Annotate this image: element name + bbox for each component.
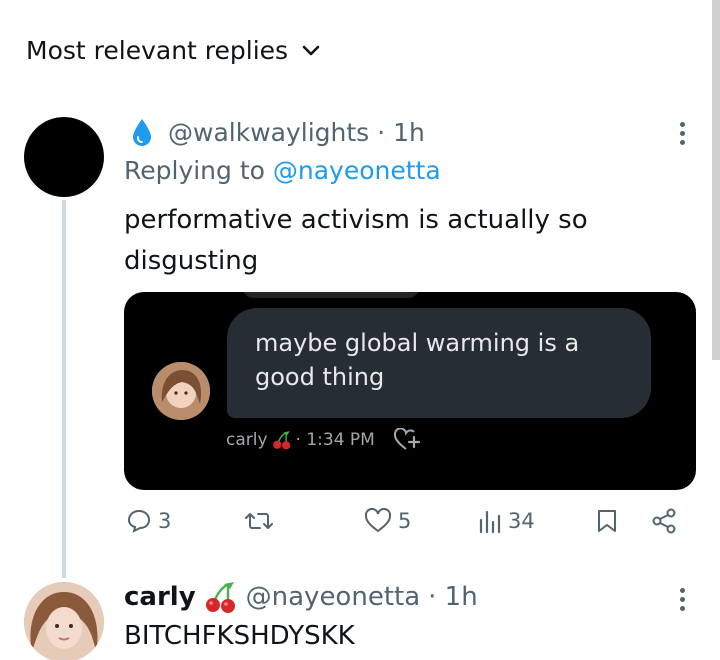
replying-prefix: Replying to <box>124 156 273 185</box>
chevron-down-icon <box>300 39 322 61</box>
reply-text: BITCHFKSHDYSKK <box>124 621 355 651</box>
thread-connector-line <box>62 200 66 578</box>
bookmark-button[interactable] <box>596 508 618 534</box>
view-count: 34 <box>508 509 535 533</box>
reply-text: performative activism is actually so dis… <box>124 205 588 276</box>
message-bubble: maybe global warming is a good thing <box>227 308 651 418</box>
post-time[interactable]: · 1h <box>377 118 425 147</box>
author-name[interactable]: carly <box>124 582 196 612</box>
sent-time: · 1:34 PM <box>295 430 375 450</box>
add-reaction-icon <box>393 428 421 452</box>
sort-label: Most relevant replies <box>26 35 289 65</box>
bookmark-icon <box>598 510 616 532</box>
more-options-icon[interactable] <box>678 588 686 611</box>
sender-avatar <box>152 362 210 420</box>
attached-screenshot[interactable]: maybe global warming is a good thing car… <box>124 292 696 490</box>
comment-icon <box>127 509 151 533</box>
author-handle[interactable]: @nayeonetta <box>246 582 421 612</box>
repost-icon <box>245 513 273 529</box>
post-time[interactable]: · 1h <box>428 582 478 612</box>
reply-header: carly @nayeonetta · 1h <box>124 578 478 616</box>
reply-header: @walkwaylights · 1h <box>124 114 425 150</box>
like-count: 5 <box>398 509 412 533</box>
sort-dropdown[interactable]: Most relevant replies <box>26 30 322 70</box>
heart-icon <box>364 508 392 533</box>
cropped-bubble <box>242 292 420 298</box>
cherry-icon <box>204 580 238 614</box>
message-meta: carly · 1:34 PM <box>226 428 421 452</box>
avatar[interactable] <box>24 117 104 197</box>
reply-count: 3 <box>158 509 172 533</box>
message-text: maybe global warming is a good thing <box>255 329 580 391</box>
replying-to: Replying to @nayeonetta <box>124 156 441 185</box>
like-button[interactable]: 5 <box>364 508 411 534</box>
page-scrollbar[interactable] <box>712 0 720 360</box>
reply-button[interactable]: 3 <box>126 508 171 534</box>
views-icon <box>479 510 501 534</box>
sender-name: carly <box>226 430 268 450</box>
droplet-icon <box>130 117 154 147</box>
replying-handle-link[interactable]: @nayeonetta <box>273 156 441 185</box>
action-bar: 3 5 34 <box>124 508 696 544</box>
more-options-icon[interactable] <box>678 122 686 145</box>
author-handle[interactable]: @walkwaylights <box>168 118 369 147</box>
avatar[interactable] <box>24 582 104 660</box>
repost-button[interactable] <box>244 508 274 534</box>
share-icon <box>652 508 676 534</box>
cherry-icon <box>272 430 292 450</box>
views-button[interactable]: 34 <box>478 508 535 534</box>
share-button[interactable] <box>650 508 678 534</box>
